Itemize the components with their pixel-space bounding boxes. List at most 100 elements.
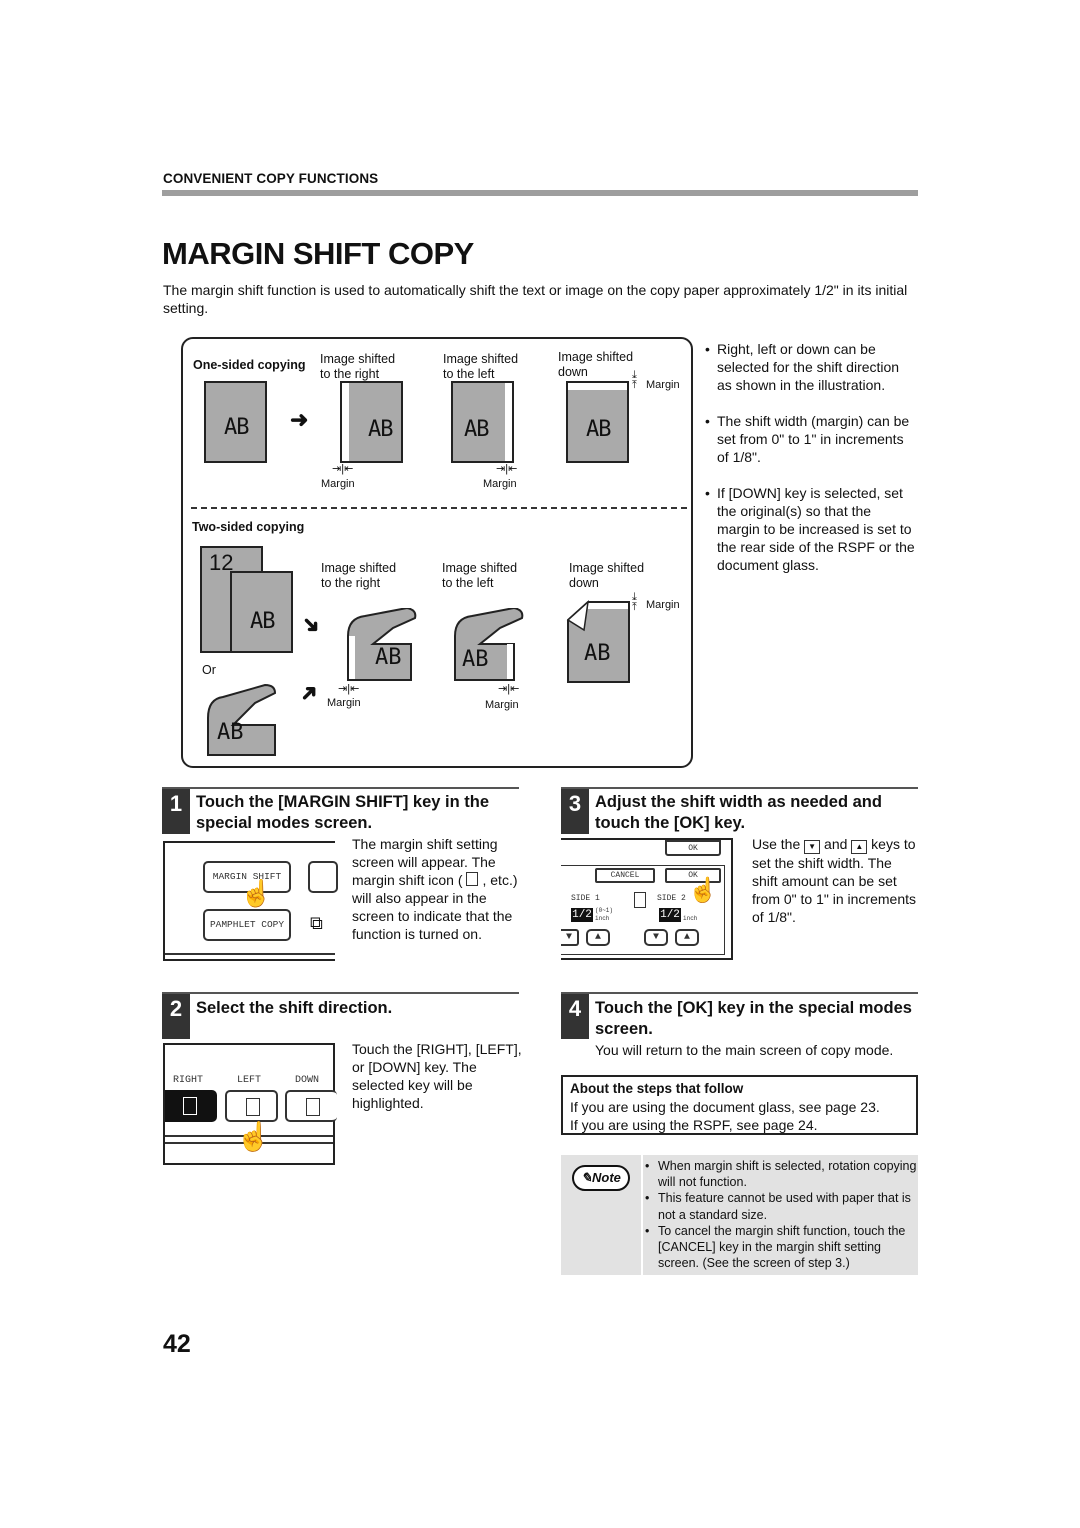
- step-text: You will return to the main screen of co…: [595, 1042, 894, 1058]
- duplex-shifted-down: AB: [566, 600, 630, 683]
- label-line: Image shifted: [443, 352, 519, 366]
- margin-indicator-icon: ⇥|⇤: [498, 683, 520, 695]
- note-item: When margin shift is selected, rotation …: [645, 1158, 917, 1190]
- label-shift-left: Image shifted to the left: [443, 352, 518, 381]
- margin-indicator-icon: ⇥|⇤: [332, 463, 354, 475]
- up-key-icon: ▲: [851, 840, 868, 854]
- margin-label: Margin: [646, 379, 680, 391]
- page-text: AB: [584, 641, 611, 666]
- left-key-label: LEFT: [237, 1075, 262, 1086]
- margin-indicator-icon: ⇥|⇤: [496, 463, 518, 475]
- step-number: 1: [162, 789, 190, 834]
- margin-indicator-icon: ⤓ ⤒: [632, 591, 637, 613]
- margin-shift-icon: [466, 872, 479, 886]
- one-sided-label: One-sided copying: [193, 358, 306, 372]
- duplex-curled-page: AB: [207, 683, 277, 756]
- step-text: Touch the [RIGHT], [LEFT], or [DOWN] key…: [352, 1041, 522, 1111]
- page-title: MARGIN SHIFT COPY: [162, 236, 474, 271]
- page-text: AB: [375, 645, 402, 670]
- note-item: To cancel the margin shift function, tou…: [645, 1223, 917, 1272]
- label-line: down: [558, 364, 588, 379]
- note-badge: ✎Note: [572, 1165, 630, 1191]
- margin-label: Margin: [327, 697, 361, 709]
- bullet-item: Right, left or down can be selected for …: [705, 340, 917, 394]
- right-page-icon: [183, 1097, 197, 1115]
- side1-up-key[interactable]: ▲: [586, 929, 610, 946]
- right-key[interactable]: [165, 1090, 217, 1122]
- about-line: If you are using the document glass, see…: [570, 1099, 880, 1115]
- label-line: Image shifted: [569, 561, 645, 575]
- cancel-key[interactable]: CANCEL: [595, 868, 655, 883]
- label-shift-down: Image shifted down: [558, 350, 633, 379]
- step-text: The margin shift setting screen will app…: [352, 835, 522, 943]
- label-line: Image shifted: [558, 350, 634, 364]
- down-key[interactable]: [285, 1090, 337, 1122]
- margin-shift-icon: [634, 892, 646, 908]
- down-key-label: DOWN: [295, 1075, 320, 1086]
- two-sided-label: Two-sided copying: [192, 520, 305, 534]
- side2-down-key[interactable]: ▼: [644, 929, 668, 946]
- label-line: to the right: [321, 575, 381, 590]
- label-line: to the left: [442, 575, 494, 590]
- step-rule: [561, 992, 918, 994]
- pointing-hand-icon: ☝: [236, 1121, 271, 1152]
- arrow-right-icon: ➜: [290, 407, 309, 432]
- left-key[interactable]: [225, 1090, 278, 1122]
- pamphlet-copy-key[interactable]: PAMPHLET COPY: [203, 909, 291, 941]
- margin-label: Margin: [483, 478, 517, 490]
- side2-up-key[interactable]: ▲: [675, 929, 699, 946]
- bullet-item: If [DOWN] key is selected, set the origi…: [705, 484, 917, 574]
- page-text: AB: [250, 609, 275, 634]
- side1-value: 1/2: [571, 908, 593, 922]
- margin-indicator-icon: ⤓ ⤒: [632, 369, 637, 391]
- step-number: 4: [561, 994, 589, 1039]
- step-title: Select the shift direction.: [196, 999, 393, 1017]
- label-line: Image shifted: [320, 352, 396, 366]
- partial-key[interactable]: [308, 861, 338, 893]
- label-shift-right: Image shifted to the right: [320, 352, 395, 381]
- label-line: Image shifted: [442, 561, 518, 575]
- page-text: AB: [586, 417, 611, 442]
- text-part: Use the: [752, 836, 801, 852]
- pointing-hand-icon: ☝: [688, 877, 718, 904]
- screen-rule: [165, 953, 335, 955]
- section-rule: [162, 190, 918, 196]
- page-shifted-left: AB: [451, 381, 514, 463]
- step-number: 3: [561, 789, 589, 834]
- side1-range: (0~1): [595, 907, 614, 914]
- margin-label: Margin: [321, 478, 355, 490]
- left-page-icon: [246, 1098, 260, 1116]
- divider: [191, 507, 687, 509]
- side2-unit: inch: [683, 915, 698, 922]
- duplex-shifted-left: AB: [454, 608, 524, 681]
- pencil-icon: ✎: [581, 1170, 592, 1185]
- margin-label: Margin: [485, 699, 519, 711]
- about-line: If you are using the RSPF, see page 24.: [570, 1117, 818, 1133]
- step-title: Touch the [OK] key in the special modes …: [595, 999, 912, 1038]
- step-number: 2: [162, 994, 190, 1039]
- label-line: to the right: [320, 366, 380, 381]
- ok-top-key[interactable]: OK: [665, 840, 721, 856]
- side1-down-key[interactable]: ▼: [561, 929, 579, 946]
- label-duplex-down: Image shifted down: [569, 561, 644, 590]
- copy-stack-icon: ⧉: [310, 913, 323, 933]
- note-badge-label: Note: [592, 1170, 621, 1185]
- step-text: Use the ▼ and ▲ keys to set the shift wi…: [752, 835, 920, 926]
- step-rule: [162, 992, 519, 994]
- step-title: Touch the [MARGIN SHIFT] key in the spec…: [196, 793, 490, 832]
- margin-indicator-icon: ⇥|⇤: [338, 683, 360, 695]
- bullet-item: The shift width (margin) can be set from…: [705, 412, 917, 466]
- note-item: This feature cannot be used with paper t…: [645, 1190, 917, 1222]
- down-page-icon: [306, 1098, 320, 1116]
- text-part: and: [824, 836, 848, 852]
- pointing-hand-icon: ☝: [240, 878, 273, 908]
- note-separator: [641, 1155, 643, 1275]
- about-steps-box: About the steps that follow If you are u…: [561, 1075, 918, 1135]
- step-rule: [561, 787, 918, 789]
- side-bullets: Right, left or down can be selected for …: [705, 340, 917, 592]
- side2-value: 1/2: [659, 908, 681, 922]
- original-page: AB: [204, 381, 267, 463]
- page-text: AB: [462, 647, 489, 672]
- label-duplex-right: Image shifted to the right: [321, 561, 396, 590]
- side2-label: SIDE 2: [657, 894, 686, 903]
